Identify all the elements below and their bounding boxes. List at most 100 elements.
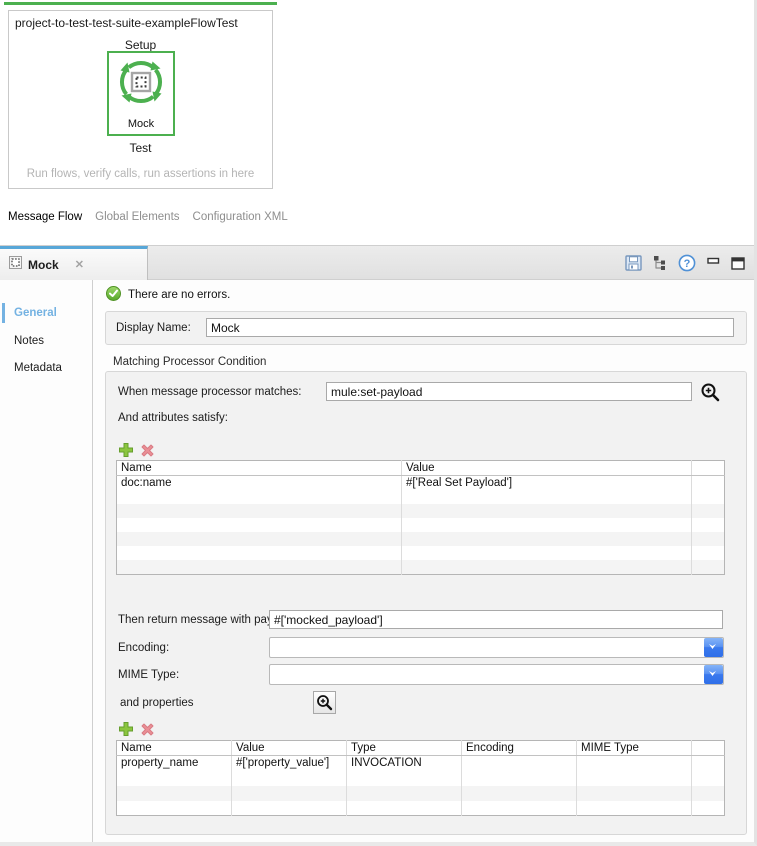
svg-text:?: ? [684, 258, 691, 270]
mock-processor[interactable]: Mock [107, 51, 175, 136]
save-icon[interactable] [625, 255, 642, 271]
mime-type-label: MIME Type: [118, 669, 179, 681]
mime-type-select[interactable] [269, 664, 724, 685]
browse-processor-magnifier-icon[interactable] [700, 382, 721, 408]
table-row[interactable] [117, 504, 725, 518]
sidebar-item-notes[interactable]: Notes [14, 335, 44, 347]
table-cell [692, 801, 725, 816]
status-message: There are no errors. [128, 289, 230, 301]
column-header[interactable]: Type [347, 741, 462, 756]
table-cell[interactable]: INVOCATION [347, 756, 462, 771]
table-cell[interactable] [577, 756, 692, 771]
table-row[interactable] [117, 490, 725, 504]
table-cell [117, 504, 402, 518]
table-cell[interactable] [692, 476, 725, 491]
chevron-down-icon[interactable] [704, 665, 723, 684]
table-cell [117, 518, 402, 532]
table-cell [692, 546, 725, 560]
table-row[interactable]: doc:name#['Real Set Payload'] [117, 476, 725, 491]
tab-global-elements[interactable]: Global Elements [95, 211, 179, 223]
mock-mini-icon [9, 256, 22, 274]
table-row[interactable] [117, 771, 725, 786]
maximize-icon[interactable] [731, 257, 745, 270]
table-cell [232, 801, 347, 816]
encoding-select[interactable] [269, 637, 724, 658]
table-cell [402, 504, 692, 518]
no-errors-check-icon [106, 286, 121, 304]
sidebar-item-general[interactable]: General [14, 307, 57, 319]
table-cell [402, 518, 692, 532]
outline-tree-icon[interactable] [653, 255, 667, 271]
display-name-input[interactable] [206, 318, 734, 337]
table-cell[interactable]: doc:name [117, 476, 402, 491]
table-cell [232, 786, 347, 801]
table-cell [577, 771, 692, 786]
encoding-label: Encoding: [118, 642, 169, 654]
column-header[interactable] [692, 741, 725, 756]
column-header[interactable]: Name [117, 461, 402, 476]
column-header[interactable]: MIME Type [577, 741, 692, 756]
table-cell [692, 771, 725, 786]
table-cell [117, 786, 232, 801]
properties-toolbar: ? [625, 252, 745, 274]
and-properties-label: and properties [120, 697, 194, 709]
table-row[interactable]: property_name#['property_value']INVOCATI… [117, 756, 725, 771]
table-cell [347, 801, 462, 816]
active-item-marker [2, 303, 5, 323]
table-cell [692, 504, 725, 518]
sidebar-item-metadata[interactable]: Metadata [14, 362, 62, 374]
add-property-icon[interactable] [118, 721, 134, 742]
payload-input[interactable] [269, 610, 723, 629]
tab-configuration-xml[interactable]: Configuration XML [193, 211, 288, 223]
when-matches-input[interactable] [326, 382, 692, 401]
table-cell [347, 771, 462, 786]
table-row[interactable] [117, 801, 725, 816]
properties-tab-label: Mock [28, 258, 59, 272]
column-header[interactable]: Value [232, 741, 347, 756]
properties-sidebar: General Notes Metadata [0, 280, 93, 846]
display-name-label: Display Name: [116, 322, 191, 334]
table-cell [577, 786, 692, 801]
attributes-table[interactable]: NameValuedoc:name#['Real Set Payload'] [116, 460, 725, 575]
editor-tab-bar: Message Flow Global Elements Configurati… [8, 211, 288, 223]
section-title: Matching Processor Condition [113, 356, 266, 368]
table-cell [117, 546, 402, 560]
table-cell[interactable]: #['Real Set Payload'] [402, 476, 692, 491]
table-cell [402, 532, 692, 546]
table-row[interactable] [117, 786, 725, 801]
close-icon[interactable]: ✕ [75, 258, 84, 271]
table-row[interactable] [117, 518, 725, 532]
attributes-satisfy-label: And attributes satisfy: [118, 412, 228, 424]
table-row[interactable] [117, 532, 725, 546]
table-cell [577, 801, 692, 816]
edit-properties-magnifier-button[interactable] [313, 691, 336, 714]
delete-property-icon[interactable] [140, 722, 155, 742]
properties-table[interactable]: NameValueTypeEncodingMIME Typeproperty_n… [116, 740, 725, 816]
column-header[interactable]: Value [402, 461, 692, 476]
table-cell[interactable] [692, 756, 725, 771]
minimize-icon[interactable] [707, 257, 720, 269]
munit-test-flow-container[interactable]: project-to-test-test-suite-exampleFlowTe… [8, 10, 273, 189]
tab-message-flow[interactable]: Message Flow [8, 211, 82, 223]
test-lane-label: Test [9, 141, 272, 155]
column-header[interactable]: Name [117, 741, 232, 756]
table-row[interactable] [117, 546, 725, 560]
table-cell [692, 490, 725, 504]
status-row: There are no errors. [106, 286, 230, 304]
setup-lane-label: Setup [9, 38, 272, 52]
matching-condition-group: When message processor matches: And attr… [105, 371, 747, 835]
table-cell [232, 771, 347, 786]
table-cell [402, 490, 692, 504]
column-header[interactable]: Encoding [462, 741, 577, 756]
properties-tab-mock[interactable]: Mock ✕ [0, 246, 148, 280]
table-cell[interactable]: property_name [117, 756, 232, 771]
table-cell[interactable] [462, 756, 577, 771]
help-icon[interactable]: ? [678, 254, 696, 272]
table-cell [117, 801, 232, 816]
table-cell [402, 546, 692, 560]
table-cell [347, 786, 462, 801]
chevron-down-icon[interactable] [704, 638, 723, 657]
table-cell[interactable]: #['property_value'] [232, 756, 347, 771]
column-header[interactable] [692, 461, 725, 476]
table-row[interactable] [117, 560, 725, 574]
